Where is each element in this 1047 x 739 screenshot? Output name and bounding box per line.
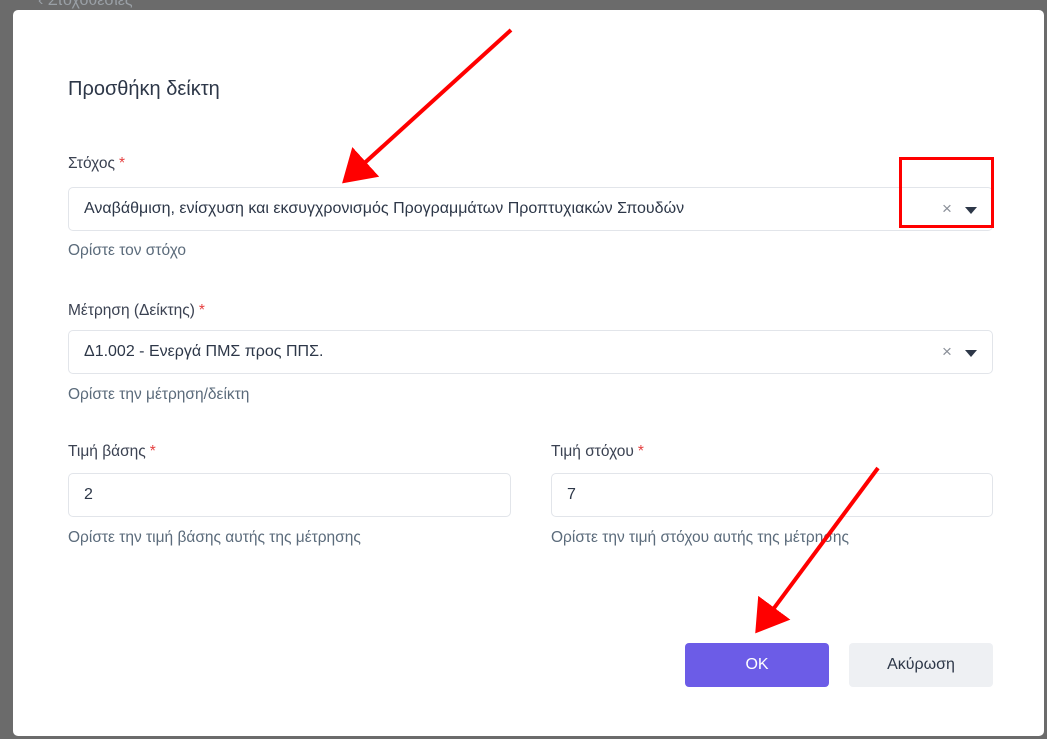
annotation-arrow-goal <box>342 28 513 184</box>
annotation-arrows <box>342 28 880 634</box>
annotation-arrow-ok <box>755 466 880 634</box>
